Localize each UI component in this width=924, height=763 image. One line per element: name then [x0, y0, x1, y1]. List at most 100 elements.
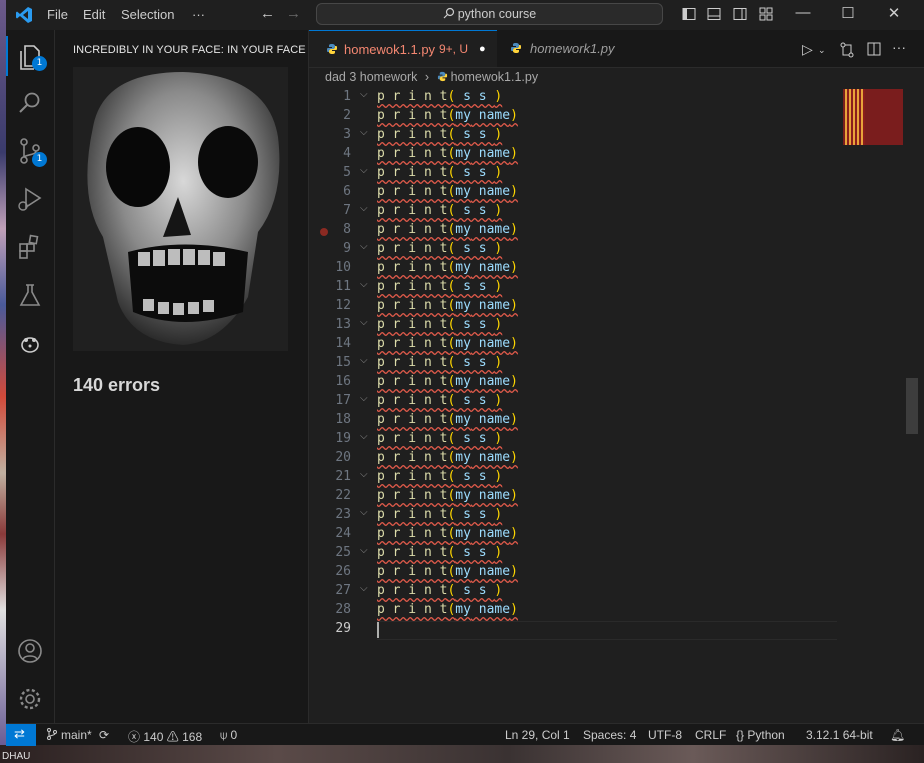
indentation[interactable]: Spaces: 4 — [583, 728, 636, 742]
more-actions-icon[interactable]: ··· — [892, 39, 906, 55]
fold-chevron-icon[interactable]: ⌵ — [360, 393, 368, 404]
breadcrumb-file[interactable]: homewok1.1.py — [451, 70, 539, 84]
fold-chevron-icon[interactable]: ⌵ — [360, 507, 368, 518]
split-editor-icon[interactable] — [867, 42, 881, 56]
code-line[interactable]: 25 ⌵ p r i n t( s s ) — [309, 545, 869, 564]
maximize-button[interactable]: ☐ — [838, 4, 858, 22]
unsaved-dot-icon[interactable]: ● — [479, 43, 486, 55]
run-dropdown-chevron-icon[interactable]: ⌄ — [818, 45, 826, 56]
code-line[interactable]: 22 p r i n t(my name) — [309, 488, 869, 507]
close-paren: ) — [494, 583, 503, 598]
language-mode[interactable]: {} Python — [736, 728, 785, 742]
breakpoint-hint-dot[interactable] — [320, 228, 328, 236]
toggle-panel-icon[interactable] — [707, 7, 721, 21]
fold-chevron-icon[interactable]: ⌵ — [360, 583, 368, 594]
python-env-icon[interactable] — [15, 328, 45, 358]
remote-indicator[interactable]: ⇄ — [6, 724, 36, 746]
sync-icon[interactable]: ⟳ — [99, 728, 109, 742]
fold-chevron-icon[interactable]: ⌵ — [360, 317, 368, 328]
line-number: 17 — [335, 393, 351, 408]
code-editor[interactable]: 1 ⌵ p r i n t( s s ) 2 p r i n t(my name) 3 ⌵ p… — [309, 87, 924, 723]
line-number: 23 — [335, 507, 351, 522]
code-line[interactable]: 11 ⌵ p r i n t( s s ) — [309, 279, 869, 298]
tab-homework1[interactable]: homework1.py — [498, 30, 628, 67]
run-debug-icon[interactable] — [15, 184, 45, 214]
toggle-secondary-sidebar-icon[interactable] — [733, 7, 747, 21]
code-line[interactable]: 24 p r i n t(my name) — [309, 526, 869, 545]
forward-arrow-icon[interactable]: → — [286, 5, 301, 22]
encoding[interactable]: UTF-8 — [648, 728, 682, 742]
code-line[interactable]: 16 p r i n t(my name) — [309, 374, 869, 393]
code-line[interactable]: 19 ⌵ p r i n t( s s ) — [309, 431, 869, 450]
code-text: p r i n t( s s ) — [377, 203, 502, 218]
back-arrow-icon[interactable]: ← — [260, 5, 275, 22]
cursor-position[interactable]: Ln 29, Col 1 — [505, 728, 570, 742]
code-line[interactable]: 4 p r i n t(my name) — [309, 146, 869, 165]
command-center-search[interactable]: python course — [316, 3, 663, 25]
close-paren: ) — [510, 222, 518, 237]
code-line[interactable]: 17 ⌵ p r i n t( s s ) — [309, 393, 869, 412]
function-name: p r i n t — [377, 222, 448, 237]
close-button[interactable]: ✕ — [884, 4, 904, 22]
code-line[interactable]: 6 p r i n t(my name) — [309, 184, 869, 203]
menu-selection[interactable]: Selection — [121, 7, 174, 22]
problems-indicator[interactable]: ⓧ 140 ⚠ 168 — [128, 728, 202, 745]
code-line[interactable]: 18 p r i n t(my name) — [309, 412, 869, 431]
code-line[interactable]: 7 ⌵ p r i n t( s s ) — [309, 203, 869, 222]
fold-chevron-icon[interactable]: ⌵ — [360, 431, 368, 442]
fold-chevron-icon[interactable]: ⌵ — [360, 165, 368, 176]
close-paren: ) — [510, 412, 518, 427]
code-line[interactable]: 28 p r i n t(my name) — [309, 602, 869, 621]
accounts-icon[interactable] — [15, 636, 45, 666]
minimize-button[interactable]: — — [793, 4, 813, 21]
code-line[interactable]: 23 ⌵ p r i n t( s s ) — [309, 507, 869, 526]
fold-chevron-icon[interactable]: ⌵ — [360, 545, 368, 556]
breadcrumb-folder[interactable]: dad 3 homework — [325, 70, 417, 84]
search-sidebar-icon[interactable] — [15, 88, 45, 118]
fold-chevron-icon[interactable]: ⌵ — [360, 89, 368, 100]
code-line[interactable]: 12 p r i n t(my name) — [309, 298, 869, 317]
tab-homewok1-1[interactable]: homewok1.1.py 9+, U ● — [309, 30, 497, 67]
code-line[interactable]: 5 ⌵ p r i n t( s s ) — [309, 165, 869, 184]
notifications-bell-icon[interactable]: 🔔︎ — [890, 728, 905, 742]
fold-chevron-icon[interactable]: ⌵ — [360, 469, 368, 480]
customize-layout-icon[interactable] — [759, 7, 773, 21]
python-interpreter[interactable]: 3.12.1 64-bit — [806, 728, 873, 742]
function-name: p r i n t — [377, 583, 448, 598]
ports-indicator[interactable]: ⍦ 0 — [220, 728, 237, 743]
branch-indicator[interactable]: main* — [46, 728, 92, 742]
code-line[interactable]: 14 p r i n t(my name) — [309, 336, 869, 355]
code-line[interactable]: 9 ⌵ p r i n t( s s ) — [309, 241, 869, 260]
vertical-scrollbar-thumb[interactable] — [906, 378, 918, 434]
toggle-primary-sidebar-icon[interactable] — [682, 7, 696, 21]
settings-gear-icon[interactable] — [15, 684, 45, 714]
code-line[interactable]: 8 p r i n t(my name) — [309, 222, 869, 241]
menu-more[interactable]: ··· — [192, 7, 205, 22]
explorer-badge: 1 — [32, 56, 47, 71]
code-line[interactable]: 20 p r i n t(my name) — [309, 450, 869, 469]
fold-chevron-icon[interactable]: ⌵ — [360, 203, 368, 214]
fold-chevron-icon[interactable]: ⌵ — [360, 355, 368, 366]
code-line[interactable]: 15 ⌵ p r i n t( s s ) — [309, 355, 869, 374]
extensions-icon[interactable] — [15, 232, 45, 262]
menu-edit[interactable]: Edit — [83, 7, 105, 22]
end-of-line[interactable]: CRLF — [695, 728, 726, 742]
fold-chevron-icon[interactable]: ⌵ — [360, 279, 368, 290]
code-line[interactable]: 27 ⌵ p r i n t( s s ) — [309, 583, 869, 602]
run-python-icon[interactable]: ▷ — [802, 41, 813, 58]
code-line[interactable]: 10 p r i n t(my name) — [309, 260, 869, 279]
menu-file[interactable]: File — [47, 7, 68, 22]
close-paren: ) — [494, 431, 503, 446]
code-line[interactable]: 1 ⌵ p r i n t( s s ) — [309, 89, 869, 108]
code-text: p r i n t( s s ) — [377, 89, 502, 104]
code-line[interactable]: 13 ⌵ p r i n t( s s ) — [309, 317, 869, 336]
code-line[interactable]: 3 ⌵ p r i n t( s s ) — [309, 127, 869, 146]
compare-changes-icon[interactable] — [839, 42, 855, 58]
code-line[interactable]: 2 p r i n t(my name) — [309, 108, 869, 127]
testing-flask-icon[interactable] — [15, 280, 45, 310]
fold-chevron-icon[interactable]: ⌵ — [360, 241, 368, 252]
code-line[interactable]: 29 — [309, 621, 869, 640]
fold-chevron-icon[interactable]: ⌵ — [360, 127, 368, 138]
code-line[interactable]: 21 ⌵ p r i n t( s s ) — [309, 469, 869, 488]
code-line[interactable]: 26 p r i n t(my name) — [309, 564, 869, 583]
